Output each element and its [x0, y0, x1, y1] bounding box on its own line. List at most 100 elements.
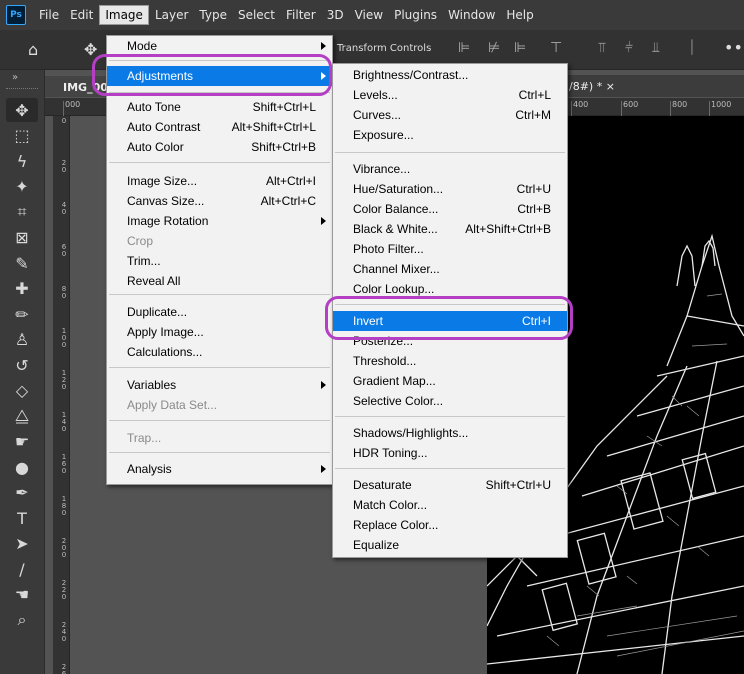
- menu-3d[interactable]: 3D: [322, 6, 349, 24]
- marquee-tool-icon[interactable]: ⬚: [6, 124, 38, 148]
- menu-item-black-white[interactable]: Black & White... Alt+Shift+Ctrl+B: [333, 219, 567, 239]
- menu-plugins[interactable]: Plugins: [389, 6, 442, 24]
- menu-window[interactable]: Window: [443, 6, 500, 24]
- align-left-edges-icon[interactable]: ⊫: [458, 40, 470, 56]
- menu-edit[interactable]: Edit: [65, 6, 98, 24]
- menu-item-analysis[interactable]: Analysis: [107, 459, 332, 479]
- menu-item-threshold[interactable]: Threshold...: [333, 351, 567, 371]
- smudge-tool-icon[interactable]: ☛: [6, 430, 38, 454]
- submenu-arrow-icon: [321, 381, 326, 389]
- distribute-bottom-icon[interactable]: ⫫: [652, 40, 660, 56]
- menu-help[interactable]: Help: [501, 6, 538, 24]
- eraser-tool-icon[interactable]: ◇: [6, 379, 38, 403]
- distribute-center-icon[interactable]: ⫩: [625, 40, 633, 56]
- dodge-tool-icon[interactable]: ●: [6, 455, 38, 479]
- menu-item-auto-color[interactable]: Auto Color Shift+Ctrl+B: [107, 137, 332, 157]
- eyedropper-tool-icon[interactable]: ✎: [6, 251, 38, 275]
- submenu-arrow-icon: [321, 42, 326, 50]
- menu-item-equalize[interactable]: Equalize: [333, 535, 567, 555]
- menu-item-reveal-all[interactable]: Reveal All: [107, 271, 332, 291]
- align-right-edges-icon[interactable]: ⊫: [514, 40, 526, 56]
- menu-item-replace-color[interactable]: Replace Color...: [333, 515, 567, 535]
- menu-item-brightness-contrast[interactable]: Brightness/Contrast...: [333, 65, 567, 85]
- menu-item-vibrance[interactable]: Vibrance...: [333, 159, 567, 179]
- distribute-top-icon[interactable]: ⫪: [598, 40, 606, 56]
- move-tool-icon[interactable]: ✥: [6, 98, 38, 122]
- menu-item-label: Selective Color...: [353, 394, 444, 408]
- ruler-tick: [621, 101, 622, 116]
- history-brush-tool-icon[interactable]: ↺: [6, 353, 38, 377]
- more-options-icon[interactable]: •••: [724, 38, 744, 57]
- clone-stamp-tool-icon[interactable]: ♙: [6, 328, 38, 352]
- menu-item-apply-image[interactable]: Apply Image...: [107, 322, 332, 342]
- menu-item-invert[interactable]: Invert Ctrl+I: [333, 311, 567, 331]
- path-selection-tool-icon[interactable]: ➤: [6, 532, 38, 556]
- hand-tool-icon[interactable]: ☚: [6, 583, 38, 607]
- crop-tool-icon[interactable]: ⌗: [6, 200, 38, 224]
- menu-image[interactable]: Image: [99, 5, 149, 25]
- menu-item-label: Color Lookup...: [353, 282, 435, 296]
- align-top-edges-icon[interactable]: ⊤: [550, 40, 562, 56]
- menu-type[interactable]: Type: [194, 6, 232, 24]
- menu-item-adjustments[interactable]: Adjustments: [107, 66, 332, 86]
- menu-item-levels[interactable]: Levels... Ctrl+L: [333, 85, 567, 105]
- menu-item-hdr-toning[interactable]: HDR Toning...: [333, 443, 567, 463]
- expand-panel-icon[interactable]: »: [12, 72, 18, 83]
- menu-item-duplicate[interactable]: Duplicate...: [107, 302, 332, 322]
- menu-item-hue-saturation[interactable]: Hue/Saturation... Ctrl+U: [333, 179, 567, 199]
- menu-select[interactable]: Select: [233, 6, 280, 24]
- transform-controls-label[interactable]: Transform Controls: [337, 43, 431, 54]
- line-tool-icon[interactable]: /: [6, 557, 38, 581]
- menu-separator: [335, 304, 565, 305]
- distribute-horizontal-icon[interactable]: ⏐: [688, 40, 696, 56]
- menu-item-label: Auto Contrast: [127, 120, 201, 134]
- document-tab[interactable]: IMG_00: [45, 75, 107, 97]
- menu-item-match-color[interactable]: Match Color...: [333, 495, 567, 515]
- menu-item-auto-contrast[interactable]: Auto Contrast Alt+Shift+Ctrl+L: [107, 117, 332, 137]
- type-tool-icon[interactable]: T: [6, 506, 38, 530]
- move-tool-icon[interactable]: ✥: [84, 40, 97, 59]
- menu-item-label: Shadows/Highlights...: [353, 426, 469, 440]
- menu-item-variables[interactable]: Variables: [107, 375, 332, 395]
- menu-item-shadows-highlights[interactable]: Shadows/Highlights...: [333, 423, 567, 443]
- menu-item-auto-tone[interactable]: Auto Tone Shift+Ctrl+L: [107, 97, 332, 117]
- menu-item-desaturate[interactable]: Desaturate Shift+Ctrl+U: [333, 475, 567, 495]
- menu-item-image-size[interactable]: Image Size... Alt+Ctrl+I: [107, 171, 332, 191]
- menu-item-color-lookup[interactable]: Color Lookup...: [333, 279, 567, 299]
- pen-tool-icon[interactable]: ✒: [6, 481, 38, 505]
- menu-item-image-rotation[interactable]: Image Rotation: [107, 211, 332, 231]
- frame-tool-icon[interactable]: ⊠: [6, 226, 38, 250]
- menu-item-mode[interactable]: Mode: [107, 36, 332, 56]
- menu-item-curves[interactable]: Curves... Ctrl+M: [333, 105, 567, 125]
- brush-tool-icon[interactable]: ✏: [6, 302, 38, 326]
- document-tab-title[interactable]: /8#) * ×: [565, 75, 744, 97]
- menu-item-exposure[interactable]: Exposure...: [333, 125, 567, 145]
- menu-item-trap: Trap...: [107, 428, 332, 448]
- align-horizontal-centers-icon[interactable]: ⊭: [488, 40, 500, 56]
- menu-item-label: Posterize...: [353, 334, 414, 348]
- menu-layer[interactable]: Layer: [150, 6, 193, 24]
- home-icon[interactable]: ⌂: [28, 40, 38, 59]
- zoom-tool-icon[interactable]: ⌕: [6, 608, 38, 632]
- menu-separator: [109, 420, 330, 421]
- menu-item-trim[interactable]: Trim...: [107, 251, 332, 271]
- menu-item-channel-mixer[interactable]: Channel Mixer...: [333, 259, 567, 279]
- menu-item-photo-filter[interactable]: Photo Filter...: [333, 239, 567, 259]
- ruler-label: 2 4 0: [61, 621, 67, 643]
- healing-brush-tool-icon[interactable]: ✚: [6, 277, 38, 301]
- paint-bucket-tool-icon[interactable]: ⧋: [6, 404, 38, 428]
- magic-wand-tool-icon[interactable]: ✦: [6, 175, 38, 199]
- menu-item-posterize[interactable]: Posterize...: [333, 331, 567, 351]
- panel-grip[interactable]: [6, 88, 38, 91]
- menu-item-color-balance[interactable]: Color Balance... Ctrl+B: [333, 199, 567, 219]
- menu-item-label: Match Color...: [353, 498, 428, 512]
- menu-file[interactable]: File: [34, 6, 64, 24]
- lasso-tool-icon[interactable]: ϟ: [6, 149, 38, 173]
- menu-filter[interactable]: Filter: [281, 6, 321, 24]
- menu-item-canvas-size[interactable]: Canvas Size... Alt+Ctrl+C: [107, 191, 332, 211]
- menu-item-calculations[interactable]: Calculations...: [107, 342, 332, 362]
- menu-item-gradient-map[interactable]: Gradient Map...: [333, 371, 567, 391]
- menu-item-selective-color[interactable]: Selective Color...: [333, 391, 567, 411]
- menu-view[interactable]: View: [350, 6, 388, 24]
- menu-separator: [109, 452, 330, 453]
